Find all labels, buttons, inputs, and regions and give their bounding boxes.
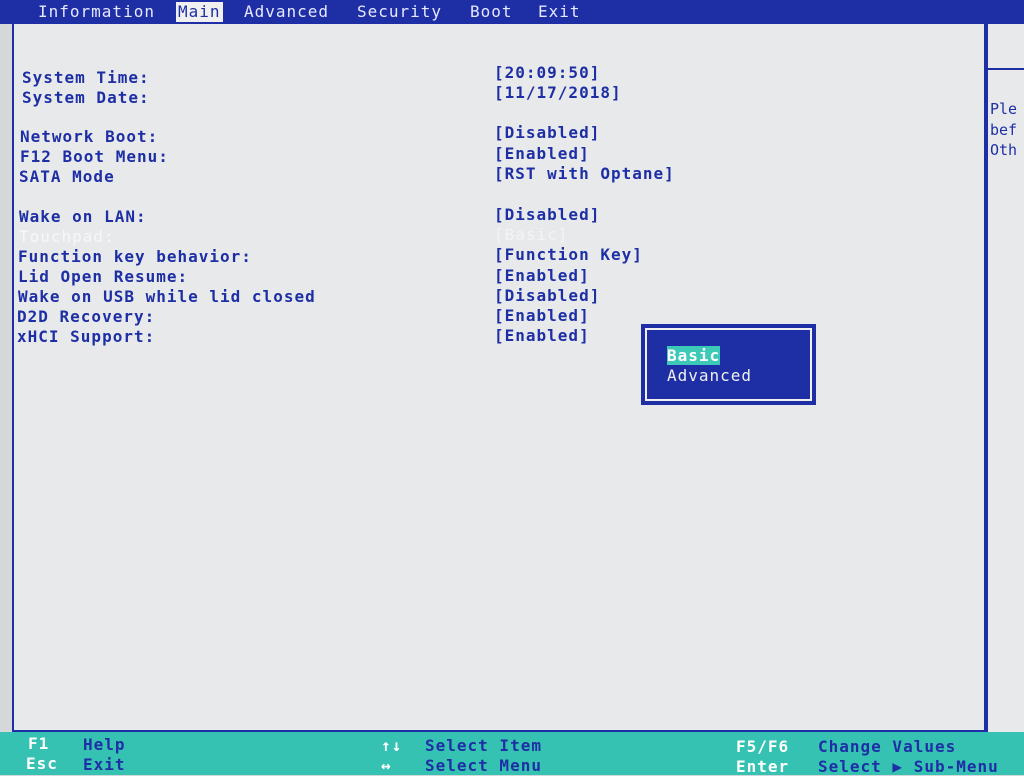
f1-key: F1: [28, 734, 50, 753]
system-date-value[interactable]: [11/17/2018]: [494, 83, 622, 102]
lid-open-resume-value[interactable]: [Enabled]: [494, 266, 590, 285]
enter-key: Enter: [736, 757, 790, 776]
xhci-support-label[interactable]: xHCI Support:: [17, 327, 155, 346]
lid-open-resume-label[interactable]: Lid Open Resume:: [18, 267, 188, 286]
system-time-value[interactable]: [20:09:50]: [494, 63, 600, 82]
wake-on-lan-label[interactable]: Wake on LAN:: [19, 207, 147, 226]
help-panel: Ple bef Oth: [986, 24, 1024, 732]
help-text-line: bef: [990, 121, 1018, 139]
d2d-recovery-label[interactable]: D2D Recovery:: [17, 307, 155, 326]
touchpad-options-popup: Basic Advanced: [641, 324, 816, 405]
touchpad-label[interactable]: Touchpad:: [19, 227, 115, 246]
f5-f6-key: F5/F6: [736, 737, 790, 756]
arrow-up-down-icon: ↑↓: [381, 736, 403, 755]
wake-on-lan-value[interactable]: [Disabled]: [494, 205, 600, 224]
exit-hint: Exit: [83, 755, 126, 774]
footer-bar: F1 Help Esc Exit ↑↓ Select Item ↔ Select…: [0, 732, 1024, 776]
tab-main[interactable]: Main: [176, 2, 223, 22]
select-item-hint: Select Item: [425, 736, 542, 755]
tab-security[interactable]: Security: [357, 2, 442, 22]
touchpad-value[interactable]: [Basic]: [494, 225, 568, 244]
option-basic[interactable]: Basic: [667, 346, 721, 365]
help-hint: Help: [83, 735, 126, 754]
system-date-label[interactable]: System Date:: [22, 88, 150, 107]
help-text-line: Ple: [990, 100, 1018, 118]
tab-information[interactable]: Information: [38, 2, 155, 22]
select-menu-hint: Select Menu: [425, 756, 542, 775]
f12-boot-menu-label[interactable]: F12 Boot Menu:: [20, 147, 169, 166]
tab-boot[interactable]: Boot: [470, 2, 513, 22]
tab-advanced[interactable]: Advanced: [244, 2, 329, 22]
change-values-hint: Change Values: [818, 737, 957, 756]
help-divider: [988, 68, 1024, 70]
system-time-label[interactable]: System Time:: [22, 68, 150, 87]
f12-boot-menu-value[interactable]: [Enabled]: [494, 144, 590, 163]
function-key-behavior-value[interactable]: [Function Key]: [494, 245, 643, 264]
tab-exit[interactable]: Exit: [538, 2, 581, 22]
help-text-line: Oth: [990, 141, 1018, 159]
menu-bar: Information Main Advanced Security Boot …: [0, 0, 1024, 24]
wake-on-usb-label[interactable]: Wake on USB while lid closed: [18, 287, 316, 306]
d2d-recovery-value[interactable]: [Enabled]: [494, 306, 590, 325]
sata-mode-value[interactable]: [RST with Optane]: [494, 164, 675, 183]
wake-on-usb-value[interactable]: [Disabled]: [494, 286, 600, 305]
function-key-behavior-label[interactable]: Function key behavior:: [18, 247, 252, 266]
network-boot-value[interactable]: [Disabled]: [494, 123, 600, 142]
option-advanced[interactable]: Advanced: [667, 366, 752, 385]
arrow-left-right-icon: ↔: [381, 756, 392, 775]
xhci-support-value[interactable]: [Enabled]: [494, 326, 590, 345]
esc-key: Esc: [26, 754, 58, 773]
network-boot-label[interactable]: Network Boot:: [20, 127, 158, 146]
select-submenu-hint: Select ▶ Sub-Menu: [818, 757, 999, 776]
popup-border: Basic Advanced: [645, 328, 812, 401]
sata-mode-label[interactable]: SATA Mode: [19, 167, 115, 186]
